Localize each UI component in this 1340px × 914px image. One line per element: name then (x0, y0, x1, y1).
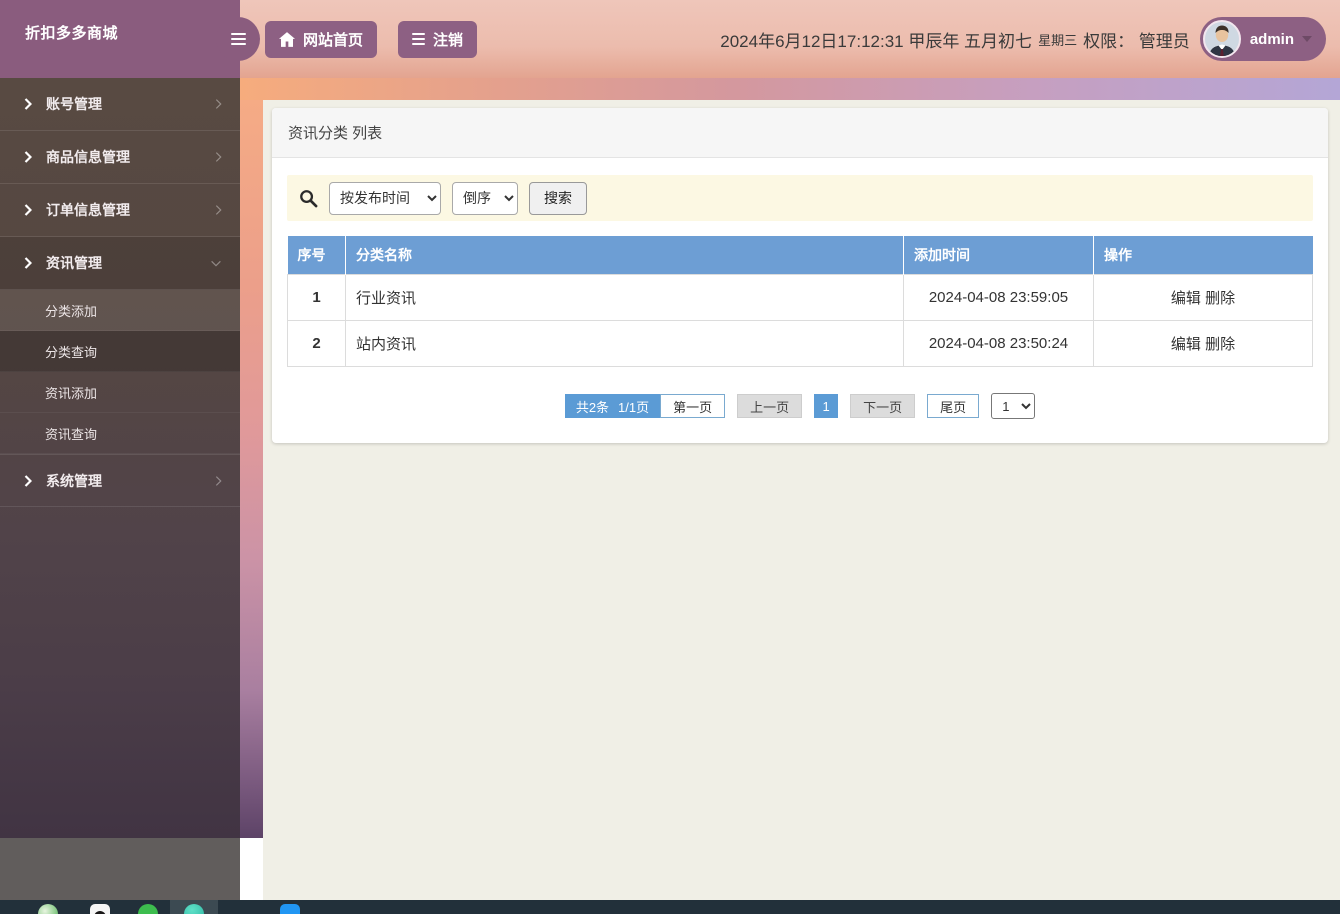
delete-link[interactable]: 删除 (1205, 336, 1235, 353)
caret-down-icon (1302, 36, 1312, 42)
home-icon (279, 31, 295, 47)
sidebar-item-label: 系统管理 (46, 472, 102, 489)
pagination: 共2条 1/1页 第一页 上一页 1 下一页 尾页 1 (272, 393, 1328, 419)
edit-link[interactable]: 编辑 (1171, 290, 1201, 307)
topbar-right: 2024年6月12日17:12:31 甲辰年 五月初七 星期三 权限： 管理员 … (720, 17, 1326, 61)
sidebar-toggle-button[interactable] (216, 17, 260, 61)
chevron-right-icon (24, 151, 32, 163)
chevron-right-icon (215, 205, 222, 215)
sidebar-item-news[interactable]: 资讯管理 (0, 237, 240, 290)
sidebar-subitem-news-query[interactable]: 资讯查询 (0, 413, 240, 454)
cell-no: 1 (287, 274, 346, 321)
sidebar-item-products[interactable]: 商品信息管理 (0, 131, 240, 184)
background-gradient-band (240, 78, 1340, 100)
sidebar-item-orders[interactable]: 订单信息管理 (0, 184, 240, 237)
sidebar-item-system[interactable]: 系统管理 (0, 454, 240, 507)
sidebar-subitem-category-query[interactable]: 分类查询 (0, 331, 240, 372)
sidebar-subitem-label: 资讯查询 (45, 426, 98, 442)
category-table: 序号 分类名称 添加时间 操作 1 行业资讯 2024-04-08 23:59:… (287, 236, 1313, 367)
chevron-right-icon (215, 99, 222, 109)
hamburger-icon (230, 33, 246, 44)
cell-ops: 编辑 删除 (1093, 274, 1313, 321)
search-bar: 按发布时间 倒序 搜索 (287, 175, 1313, 221)
panel-title: 资讯分类 列表 (272, 108, 1328, 158)
app-logo: 折扣多多商城 (0, 0, 240, 78)
search-icon (300, 189, 318, 207)
cell-no: 2 (287, 320, 346, 367)
chevron-right-icon (24, 474, 32, 487)
permission-text: 权限： 管理员 (1083, 31, 1190, 51)
pagination-first-button[interactable]: 第一页 (660, 394, 726, 418)
sidebar-item-accounts[interactable]: 账号管理 (0, 78, 240, 131)
taskbar-app-icon[interactable] (38, 904, 58, 914)
delete-link[interactable]: 删除 (1205, 290, 1235, 307)
sort-field-select[interactable]: 按发布时间 (329, 181, 441, 215)
cell-name: 行业资讯 (345, 274, 904, 321)
home-button[interactable]: 网站首页 (265, 20, 378, 58)
pagination-page-info: 1/1页 (618, 399, 650, 415)
sidebar-subitem-label: 分类查询 (45, 344, 98, 360)
sidebar-subitem-category-add[interactable]: 分类添加 (0, 290, 240, 331)
background-gradient-strip (240, 100, 263, 838)
edit-link[interactable]: 编辑 (1171, 336, 1201, 353)
pagination-last-button[interactable]: 尾页 (927, 394, 980, 418)
sidebar-footer (0, 838, 240, 900)
cell-ops: 编辑 删除 (1093, 320, 1313, 367)
list-icon (412, 32, 426, 46)
chevron-down-icon (211, 260, 221, 267)
chevron-right-icon (24, 98, 32, 110)
app-logo-text: 折扣多多商城 (25, 25, 119, 42)
search-button[interactable]: 搜索 (529, 181, 587, 215)
pagination-page-select[interactable]: 1 (991, 393, 1036, 419)
pagination-current-page[interactable]: 1 (814, 394, 839, 418)
pagination-prev-button[interactable]: 上一页 (737, 394, 803, 418)
cell-time: 2024-04-08 23:50:24 (903, 320, 1094, 367)
column-header-time: 添加时间 (903, 236, 1094, 275)
pagination-info: 共2条 1/1页 (564, 394, 661, 418)
windows-taskbar[interactable] (0, 900, 1340, 914)
column-header-name: 分类名称 (345, 236, 904, 275)
main-content: 资讯分类 列表 按发布时间 倒序 搜索 序号 分类名称 添加时间 操作 1 行业… (263, 100, 1340, 900)
pagination-total: 共2条 (575, 399, 610, 415)
sidebar-item-label: 订单信息管理 (46, 202, 130, 218)
chevron-right-icon (24, 204, 32, 216)
column-header-no: 序号 (287, 236, 346, 275)
table-header-row: 序号 分类名称 添加时间 操作 (287, 236, 1313, 275)
logout-button-label: 注销 (433, 31, 464, 49)
avatar (1202, 20, 1241, 58)
sidebar-item-label: 资讯管理 (46, 255, 102, 271)
sidebar-subitem-news-add[interactable]: 资讯添加 (0, 372, 240, 413)
sidebar-subitem-label: 资讯添加 (45, 385, 98, 401)
taskbar-app-icon[interactable] (138, 904, 158, 914)
column-header-ops: 操作 (1093, 236, 1313, 275)
pagination-next-button[interactable]: 下一页 (850, 394, 916, 418)
cell-name: 站内资讯 (345, 320, 904, 367)
logout-button[interactable]: 注销 (398, 20, 478, 58)
taskbar-app-icon[interactable] (90, 904, 110, 914)
taskbar-app-icon[interactable] (280, 904, 300, 914)
chevron-right-icon (215, 475, 222, 486)
table-row: 2 站内资讯 2024-04-08 23:50:24 编辑 删除 (287, 320, 1313, 367)
chevron-right-icon (215, 152, 222, 162)
cell-time: 2024-04-08 23:59:05 (903, 274, 1094, 321)
sidebar: 折扣多多商城 账号管理 商品信息管理 订单信息管理 资讯管理 分类添加 分类查询… (0, 0, 240, 838)
sidebar-item-label: 账号管理 (46, 96, 102, 112)
home-button-label: 网站首页 (303, 31, 364, 49)
datetime-text: 2024年6月12日17:12:31 甲辰年 五月初七 (720, 31, 1033, 51)
weekday-text: 星期三 (1038, 32, 1078, 48)
user-menu[interactable]: admin (1199, 17, 1326, 61)
sort-order-select[interactable]: 倒序 (452, 181, 518, 215)
username-text: admin (1249, 30, 1294, 48)
topbar: 网站首页 注销 2024年6月12日17:12:31 甲辰年 五月初七 星期三 … (240, 0, 1340, 78)
sidebar-subitem-label: 分类添加 (45, 303, 98, 319)
chevron-right-icon (24, 257, 32, 269)
news-category-panel: 资讯分类 列表 按发布时间 倒序 搜索 序号 分类名称 添加时间 操作 1 行业… (272, 108, 1328, 443)
sidebar-item-label: 商品信息管理 (46, 149, 130, 165)
table-row: 1 行业资讯 2024-04-08 23:59:05 编辑 删除 (287, 274, 1313, 321)
sidebar-menu: 账号管理 商品信息管理 订单信息管理 资讯管理 分类添加 分类查询 资讯添加 资… (0, 78, 240, 838)
